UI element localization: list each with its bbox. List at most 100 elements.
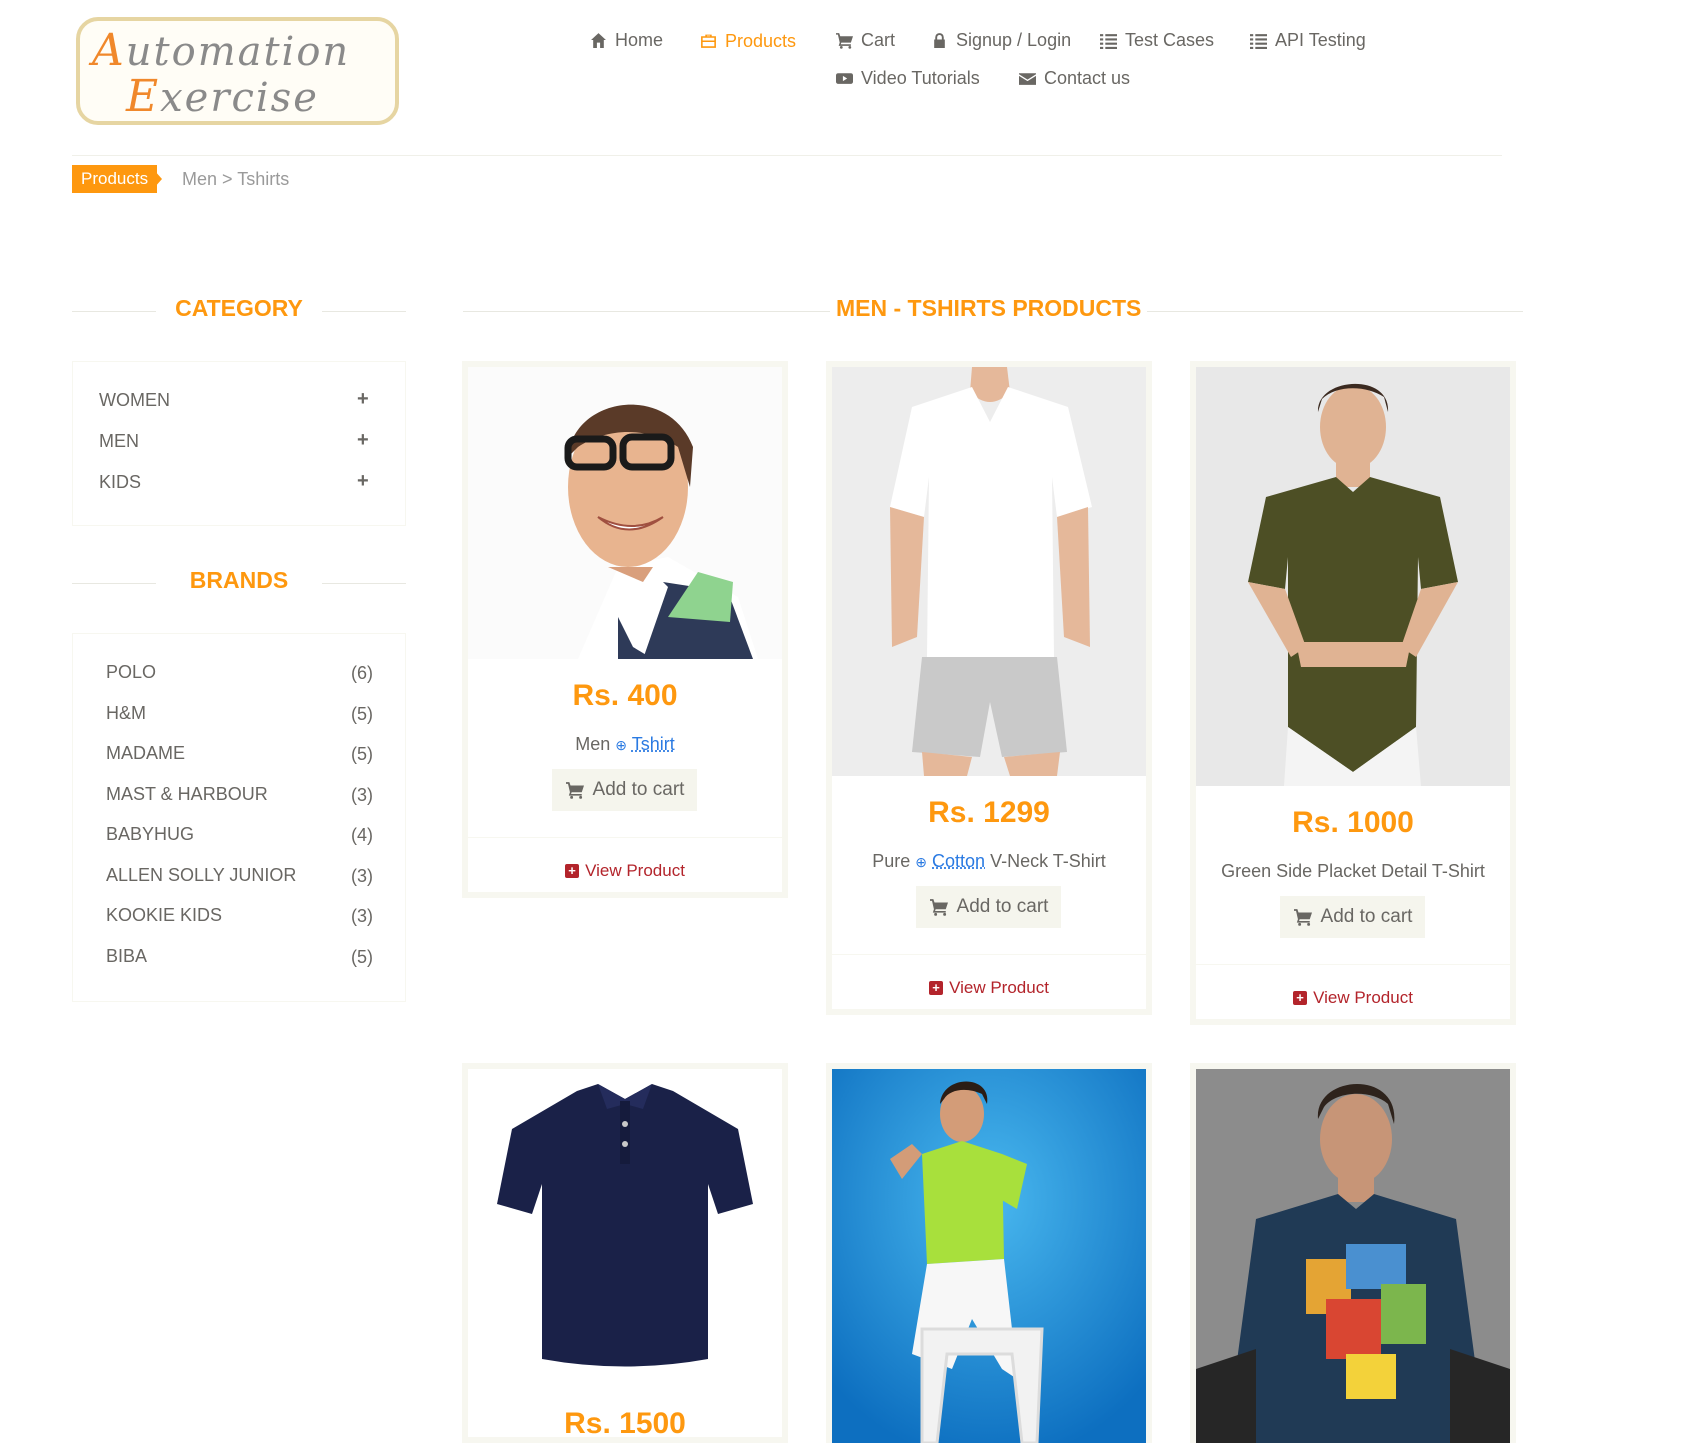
product-name-text: Men	[575, 734, 611, 754]
product-card	[1190, 1063, 1516, 1443]
product-name-link[interactable]: Cotton	[932, 851, 985, 871]
card-divider	[832, 954, 1146, 955]
brand-count: (3)	[351, 866, 373, 886]
product-card: Rs. 1299 Pure ⊕ Cotton V-Neck T-Shirt Ad…	[826, 361, 1152, 1015]
nav-signup-label: Signup / Login	[956, 30, 1072, 50]
brand-count: (5)	[351, 704, 373, 724]
add-to-cart-button[interactable]: Add to cart	[916, 886, 1061, 928]
brand-count: (5)	[351, 947, 373, 967]
product-price: Rs. 1000	[1292, 806, 1414, 839]
brand-biba[interactable]: BIBA	[106, 946, 147, 967]
product-price: Rs. 400	[572, 679, 678, 712]
card-divider	[1196, 964, 1510, 965]
nav-cart-label: Cart	[861, 30, 896, 50]
brand-mast-harbour[interactable]: MAST & HARBOUR	[106, 784, 268, 805]
add-to-cart-button[interactable]: Add to cart	[1280, 896, 1425, 938]
product-card	[826, 1063, 1152, 1443]
product-name: Pure ⊕ Cotton V-Neck T-Shirt	[832, 851, 1146, 872]
nav-products[interactable]: Products	[700, 31, 796, 52]
product-image	[1196, 367, 1510, 786]
breadcrumb-arrow	[154, 170, 162, 188]
view-product-link[interactable]: + View Product	[1196, 988, 1510, 1008]
product-photo-printed-navy-tee	[1196, 1069, 1510, 1443]
home-icon	[591, 33, 606, 48]
cart-icon	[565, 782, 584, 799]
product-image	[468, 367, 782, 659]
plus-icon[interactable]: +	[357, 429, 369, 452]
brand-allen-solly-junior[interactable]: ALLEN SOLLY JUNIOR	[106, 865, 296, 886]
logo-line-2: Exercise	[126, 71, 319, 122]
brand-hm[interactable]: H&M	[106, 703, 146, 724]
product-photo-white-vneck	[832, 367, 1146, 776]
plus-icon[interactable]: +	[357, 470, 369, 493]
list-icon	[1250, 34, 1267, 49]
brand-count: (3)	[351, 906, 373, 926]
brand-count: (3)	[351, 785, 373, 805]
site-logo[interactable]: Automation Exercise	[76, 17, 399, 125]
add-to-cart-button[interactable]: Add to cart	[552, 769, 697, 811]
nav-home-label: Home	[615, 30, 664, 50]
category-men[interactable]: MEN	[99, 431, 139, 452]
product-photo-man-glasses	[564, 404, 758, 659]
product-image	[832, 1069, 1146, 1443]
brand-babyhug[interactable]: BABYHUG	[106, 824, 194, 845]
view-product-link[interactable]: + View Product	[468, 861, 782, 881]
brands-title: BRANDS	[189, 567, 289, 593]
plus-square-icon: +	[565, 864, 580, 878]
product-name-text: Pure	[872, 851, 911, 871]
cart-icon	[1293, 909, 1312, 926]
add-to-cart-label: Add to cart	[1320, 906, 1413, 927]
logo-cap-a: A	[92, 25, 126, 76]
brand-polo[interactable]: POLO	[106, 662, 156, 683]
plus-square-icon: +	[929, 981, 944, 995]
category-kids[interactable]: KIDS	[99, 472, 141, 493]
cart-icon	[929, 899, 948, 916]
brand-kookie-kids[interactable]: KOOKIE KIDS	[106, 905, 222, 926]
brand-count: (6)	[351, 663, 373, 683]
category-title: CATEGORY	[175, 295, 303, 321]
add-to-cart-label: Add to cart	[592, 779, 685, 800]
breadcrumb-products[interactable]: Products	[72, 165, 158, 193]
logo-line-1: Automation	[92, 25, 350, 76]
brand-count: (4)	[351, 825, 373, 845]
product-image	[832, 367, 1146, 776]
brand-madame[interactable]: MADAME	[106, 743, 185, 764]
category-women[interactable]: WOMEN	[99, 390, 170, 411]
nav-home[interactable]: Home	[590, 30, 663, 51]
product-name-text: V-Neck T-Shirt	[990, 851, 1106, 871]
plus-square-icon: +	[1293, 991, 1308, 1005]
product-price: Rs. 1299	[928, 796, 1050, 829]
envelope-icon	[1019, 73, 1036, 85]
nav-signup-login[interactable]: Signup / Login	[931, 30, 1071, 51]
product-card: Rs. 1500	[462, 1063, 788, 1443]
nav-video-tutorials[interactable]: Video Tutorials	[836, 68, 980, 89]
product-price: Rs. 1500	[564, 1407, 686, 1440]
nav-test-cases[interactable]: Test Cases	[1100, 30, 1214, 51]
product-image	[468, 1069, 782, 1379]
product-card: Rs. 400 Men ⊕ Tshirt Add to cart + View …	[462, 361, 788, 898]
plus-icon[interactable]: +	[357, 388, 369, 411]
plus-circle-icon: ⊕	[915, 854, 927, 870]
nav-products-label: Products	[725, 31, 797, 51]
logo-text-1: utomation	[125, 29, 351, 75]
header-divider	[72, 155, 1502, 156]
nav-cart[interactable]: Cart	[836, 30, 895, 51]
nav-test-cases-label: Test Cases	[1125, 30, 1215, 50]
nav-contact-us[interactable]: Contact us	[1019, 68, 1130, 89]
card-divider	[468, 837, 782, 838]
view-product-label: View Product	[949, 978, 1049, 997]
product-image	[1196, 1069, 1510, 1443]
product-name: Men ⊕ Tshirt	[468, 734, 782, 755]
briefcase-icon	[701, 34, 716, 48]
product-card: Rs. 1000 Green Side Placket Detail T-Shi…	[1190, 361, 1516, 1025]
list-icon	[1100, 34, 1117, 49]
product-photo-lime-tee	[832, 1069, 1146, 1443]
youtube-play-icon	[836, 73, 853, 84]
category-panel: WOMEN + MEN + KIDS +	[72, 361, 406, 526]
cart-icon	[836, 33, 853, 49]
nav-api-testing[interactable]: API Testing	[1250, 30, 1366, 51]
nav-contact-us-label: Contact us	[1044, 68, 1131, 88]
view-product-link[interactable]: + View Product	[832, 978, 1146, 998]
products-section-title: MEN - TSHIRTS PRODUCTS	[830, 295, 1148, 322]
product-name-link[interactable]: Tshirt	[632, 734, 675, 754]
